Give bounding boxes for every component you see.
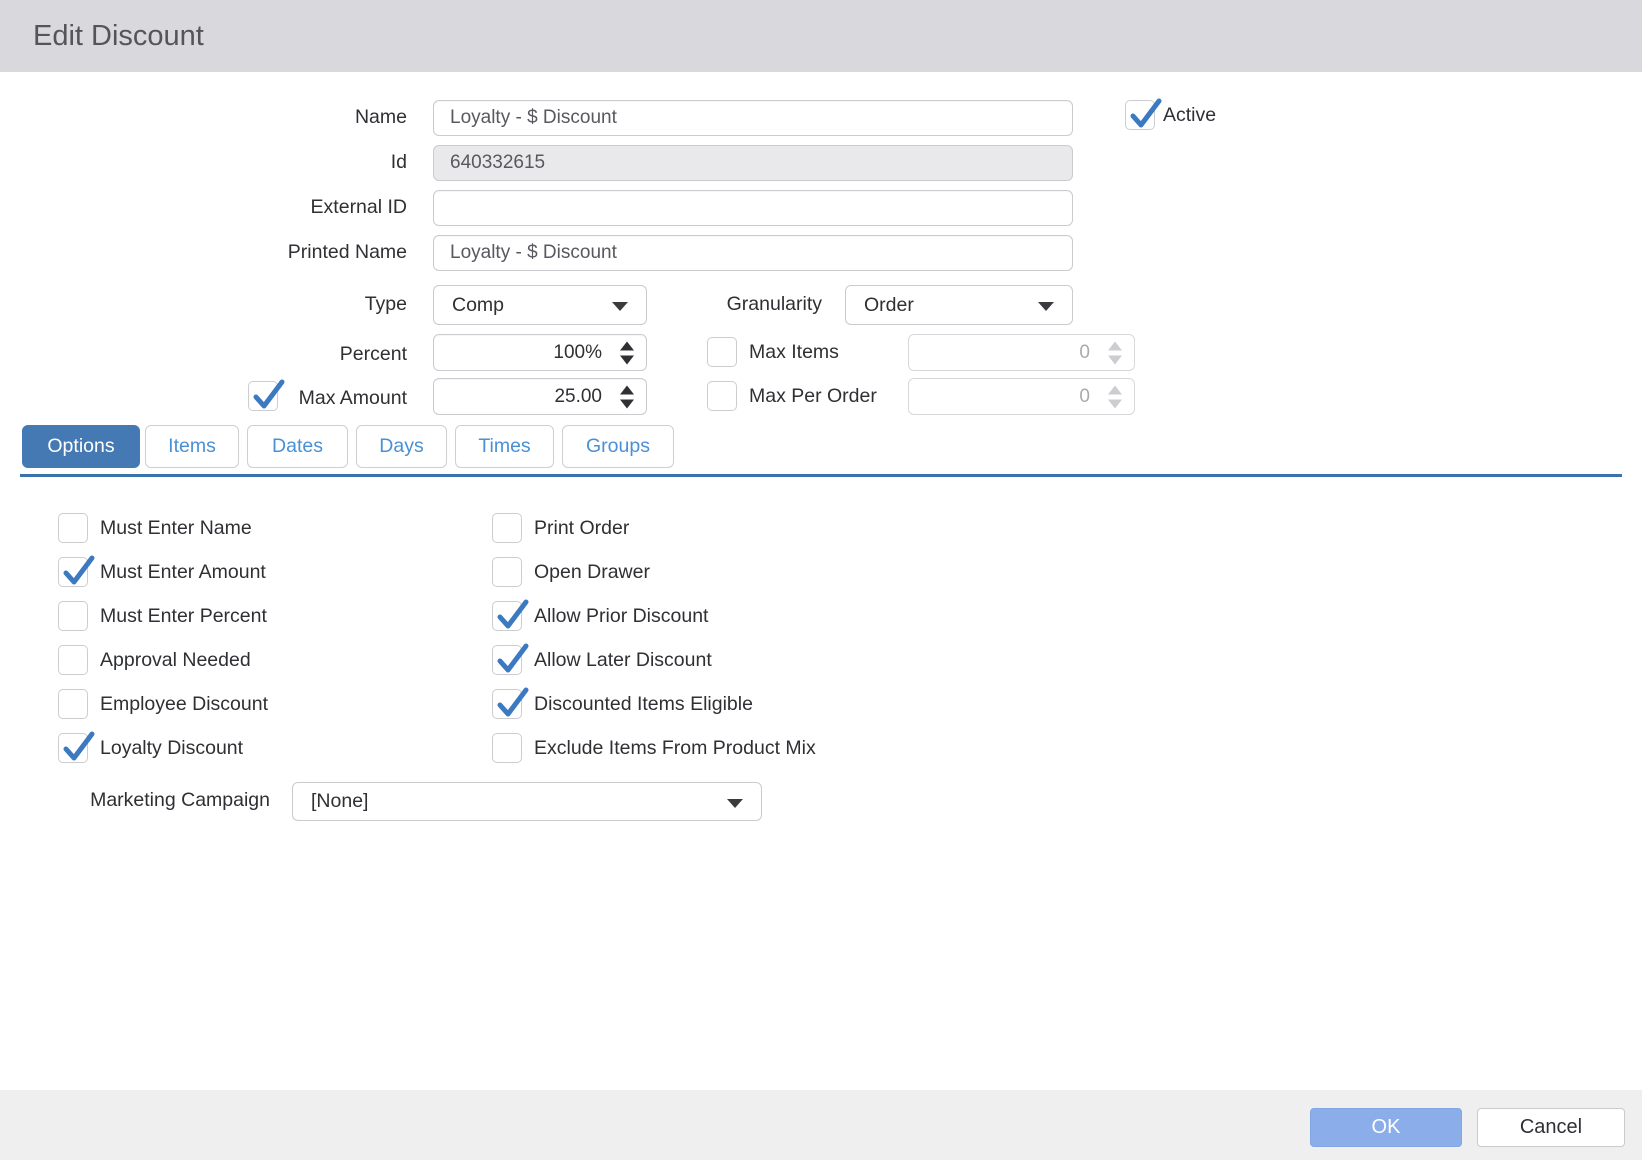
granularity-select-value: Order [864, 294, 914, 317]
marketing-campaign-value: [None] [311, 790, 368, 813]
granularity-label: Granularity [622, 293, 822, 316]
max-items-label: Max Items [749, 341, 839, 364]
type-select[interactable]: Comp [433, 285, 647, 325]
percent-label: Percent [0, 343, 407, 366]
checkmark-icon [493, 596, 531, 634]
open-drawer-checkbox[interactable] [492, 557, 522, 587]
max-items-spinner: 0 [908, 334, 1135, 371]
max-items-checkbox[interactable] [707, 337, 737, 367]
type-label: Type [0, 293, 407, 316]
exclude-items-product-mix-label: Exclude Items From Product Mix [534, 737, 816, 760]
chevron-down-icon [727, 799, 743, 808]
print-order-label: Print Order [534, 517, 629, 540]
approval-needed-checkbox[interactable] [58, 645, 88, 675]
chevron-down-icon [1038, 302, 1054, 311]
max-per-order-spinner: 0 [908, 378, 1135, 415]
must-enter-percent-label: Must Enter Percent [100, 605, 267, 628]
percent-value: 100% [553, 342, 602, 364]
printed-name-label: Printed Name [0, 241, 407, 264]
printed-name-input[interactable]: Loyalty - $ Discount [433, 235, 1073, 271]
edit-discount-dialog: Edit Discount Name Loyalty - $ Discount … [0, 0, 1642, 1160]
approval-needed-label: Approval Needed [100, 649, 251, 672]
dialog-title: Edit Discount [33, 0, 204, 72]
id-label: Id [0, 151, 407, 174]
discounted-items-eligible-label: Discounted Items Eligible [534, 693, 753, 716]
dialog-header: Edit Discount [0, 0, 1642, 72]
percent-spinner[interactable]: 100% [433, 334, 647, 371]
tab-groups[interactable]: Groups [562, 425, 674, 468]
marketing-campaign-label: Marketing Campaign [0, 789, 270, 812]
checkmark-icon [493, 640, 531, 678]
spinner-arrows-icon [1108, 385, 1122, 408]
max-items-value: 0 [1079, 342, 1090, 364]
employee-discount-label: Employee Discount [100, 693, 268, 716]
allow-prior-discount-checkbox[interactable] [492, 601, 522, 631]
allow-later-discount-checkbox[interactable] [492, 645, 522, 675]
checkmark-icon [59, 552, 97, 590]
name-label: Name [0, 106, 407, 129]
exclude-items-product-mix-checkbox[interactable] [492, 733, 522, 763]
checkmark-icon [493, 684, 531, 722]
type-select-value: Comp [452, 294, 504, 317]
tab-options[interactable]: Options [22, 425, 140, 468]
must-enter-percent-checkbox[interactable] [58, 601, 88, 631]
employee-discount-checkbox[interactable] [58, 689, 88, 719]
active-checkbox[interactable] [1125, 100, 1155, 130]
loyalty-discount-label: Loyalty Discount [100, 737, 243, 760]
id-input: 640332615 [433, 145, 1073, 181]
must-enter-name-label: Must Enter Name [100, 517, 252, 540]
tab-items[interactable]: Items [145, 425, 239, 468]
loyalty-discount-checkbox[interactable] [58, 733, 88, 763]
tab-days[interactable]: Days [356, 425, 447, 468]
tab-underline [20, 474, 1622, 477]
allow-later-discount-label: Allow Later Discount [534, 649, 712, 672]
max-amount-spinner[interactable]: 25.00 [433, 378, 647, 415]
ok-button[interactable]: OK [1310, 1108, 1462, 1147]
must-enter-name-checkbox[interactable] [58, 513, 88, 543]
external-id-input[interactable] [433, 190, 1073, 226]
active-label: Active [1163, 104, 1216, 127]
name-input[interactable]: Loyalty - $ Discount [433, 100, 1073, 136]
checkmark-icon [59, 728, 97, 766]
tab-dates[interactable]: Dates [247, 425, 348, 468]
max-amount-value: 25.00 [554, 386, 602, 408]
max-per-order-label: Max Per Order [749, 385, 877, 408]
must-enter-amount-checkbox[interactable] [58, 557, 88, 587]
spinner-arrows-icon[interactable] [620, 341, 634, 364]
must-enter-amount-label: Must Enter Amount [100, 561, 266, 584]
discounted-items-eligible-checkbox[interactable] [492, 689, 522, 719]
max-per-order-checkbox[interactable] [707, 381, 737, 411]
checkmark-icon [1126, 95, 1164, 133]
print-order-checkbox[interactable] [492, 513, 522, 543]
granularity-select[interactable]: Order [845, 285, 1073, 325]
external-id-label: External ID [0, 196, 407, 219]
allow-prior-discount-label: Allow Prior Discount [534, 605, 708, 628]
max-per-order-value: 0 [1079, 386, 1090, 408]
marketing-campaign-select[interactable]: [None] [292, 782, 762, 821]
open-drawer-label: Open Drawer [534, 561, 650, 584]
tab-times[interactable]: Times [455, 425, 554, 468]
dialog-footer: OK Cancel [0, 1090, 1642, 1160]
spinner-arrows-icon[interactable] [620, 385, 634, 408]
cancel-button[interactable]: Cancel [1477, 1108, 1625, 1147]
max-amount-label: Max Amount [0, 387, 407, 410]
spinner-arrows-icon [1108, 341, 1122, 364]
